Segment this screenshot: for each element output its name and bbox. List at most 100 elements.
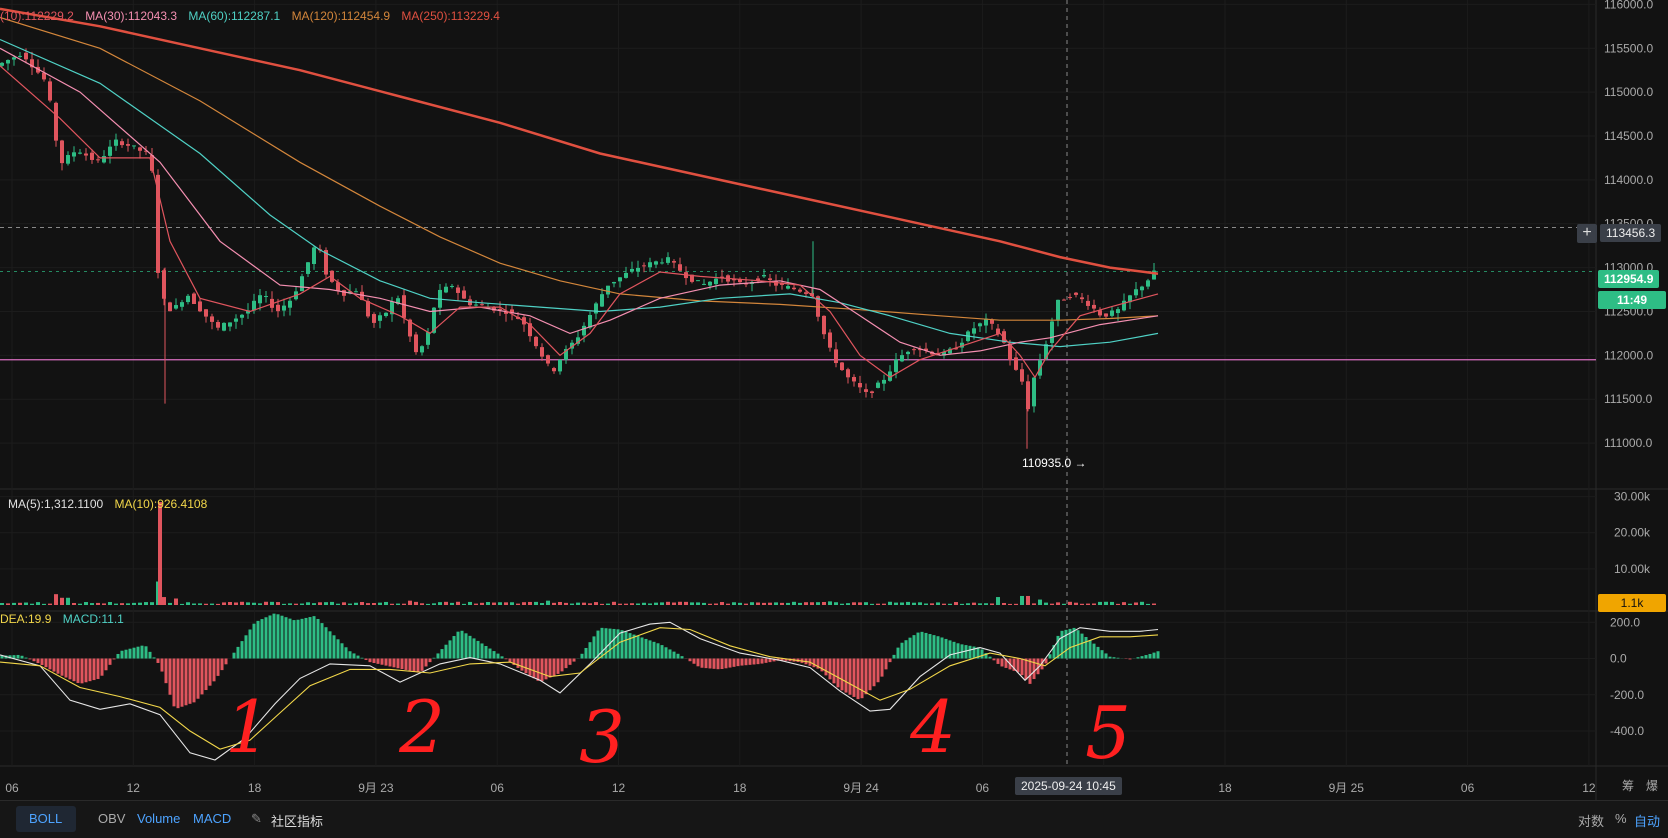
macd-bar (345, 647, 348, 658)
candle-body (624, 273, 628, 278)
candle-body (1080, 297, 1084, 299)
volume-bar (978, 603, 982, 605)
volume-bar (378, 603, 382, 605)
candle-body (402, 295, 406, 318)
macd-bar (93, 659, 96, 681)
macd-bar (325, 627, 328, 658)
candle-body (636, 268, 640, 272)
last-price-tag: 112954.9 (1598, 270, 1659, 288)
macd-bar (625, 632, 628, 659)
macd-bar (21, 656, 24, 659)
candle-body (420, 346, 424, 352)
candle-body (264, 296, 268, 297)
macd-bar (365, 659, 368, 660)
candle-body (804, 292, 808, 294)
macd-button[interactable]: MACD (193, 811, 231, 826)
candle-body (900, 355, 904, 361)
macd-bar (285, 617, 288, 658)
volume-bar (468, 602, 472, 605)
volume-bar (1074, 603, 1078, 605)
volume-button[interactable]: Volume (137, 811, 180, 826)
macd-bar (909, 638, 912, 659)
macd-bar (681, 656, 684, 658)
macd-bar (677, 654, 680, 659)
macd-bar (1085, 637, 1088, 659)
macd-bar (253, 624, 256, 659)
add-line-button[interactable]: + (1577, 224, 1597, 243)
price-tick-label: 111000.0 (1604, 436, 1653, 450)
candle-body (90, 153, 94, 160)
macd-tick-label: -400.0 (1610, 724, 1644, 738)
candle-body (354, 291, 358, 292)
volume-bar (294, 604, 298, 605)
macd-bar (341, 643, 344, 658)
edit-icon[interactable]: ✎ (251, 811, 262, 827)
candle-body (1116, 309, 1120, 313)
axis-corner-1[interactable]: 筹 (1622, 777, 1634, 794)
macd-bar (121, 651, 124, 659)
volume-bar (696, 602, 700, 605)
volume-bar (660, 602, 664, 605)
candle-body (282, 306, 286, 311)
candle-body (1146, 280, 1150, 286)
obv-button[interactable]: OBV (98, 811, 125, 826)
macd-histogram (1, 614, 1160, 709)
macd-bar (337, 639, 340, 658)
candle-body (582, 326, 586, 336)
macd-bar (437, 653, 440, 658)
macd-bar (1141, 656, 1144, 658)
volume-bar (0, 603, 4, 605)
volume-bar (1104, 602, 1108, 605)
log-scale-toggle[interactable]: 对数 (1578, 811, 1604, 830)
volume-bar (1020, 596, 1024, 605)
macd-bar (321, 623, 324, 658)
volume-bar (192, 604, 196, 605)
volume-bar (1152, 604, 1156, 605)
macd-bar (213, 659, 216, 682)
volume-bar (54, 594, 58, 605)
volume-bar (264, 602, 268, 605)
macd-bar (893, 655, 896, 659)
macd-bar (109, 659, 112, 665)
candle-body (48, 81, 52, 100)
percent-scale-toggle[interactable]: % (1615, 811, 1627, 826)
macd-bar (429, 659, 432, 663)
candle-body (1056, 300, 1060, 320)
candle-body (552, 368, 556, 371)
macd-bar (997, 659, 1000, 664)
dea-label: DEA:19.9 (0, 612, 51, 626)
candle-body (462, 291, 466, 299)
candle-body (126, 144, 130, 146)
boll-button[interactable]: BOLL (29, 811, 62, 826)
axis-corner-2[interactable]: 爆 (1646, 777, 1658, 794)
auto-scale-toggle[interactable]: 自动 (1634, 811, 1660, 830)
price-tick-label: 115500.0 (1604, 41, 1653, 55)
macd-bar (73, 659, 76, 682)
candle-body (288, 301, 292, 308)
candle-body (384, 313, 388, 316)
candle-body (114, 140, 118, 146)
volume-spike-bar (158, 502, 162, 605)
macd-bar (957, 643, 960, 658)
volume-bar (534, 602, 538, 605)
candle-body (204, 309, 208, 316)
macd-bar (385, 659, 388, 666)
low-price-marker: 110935.0 → (1022, 456, 1087, 470)
macd-bar (825, 659, 828, 676)
macd-bar (865, 659, 868, 695)
macd-bar (633, 635, 636, 659)
macd-bar (357, 656, 360, 659)
volume-bar (462, 604, 466, 605)
macd-bar (1017, 659, 1020, 673)
volume-bar (318, 602, 322, 605)
volume-bar (282, 604, 286, 605)
volume-bar (210, 604, 214, 605)
candle-body (258, 295, 262, 303)
candle-body (66, 155, 70, 164)
macd-bar (29, 659, 32, 660)
macd-bar (265, 617, 268, 658)
candle-body (606, 286, 610, 295)
community-indicators-button[interactable]: 社区指标 (271, 811, 323, 830)
macd-bar (981, 649, 984, 658)
price-chart[interactable]: 0612189月 230612189月 240612189月 250612116… (0, 0, 1668, 800)
